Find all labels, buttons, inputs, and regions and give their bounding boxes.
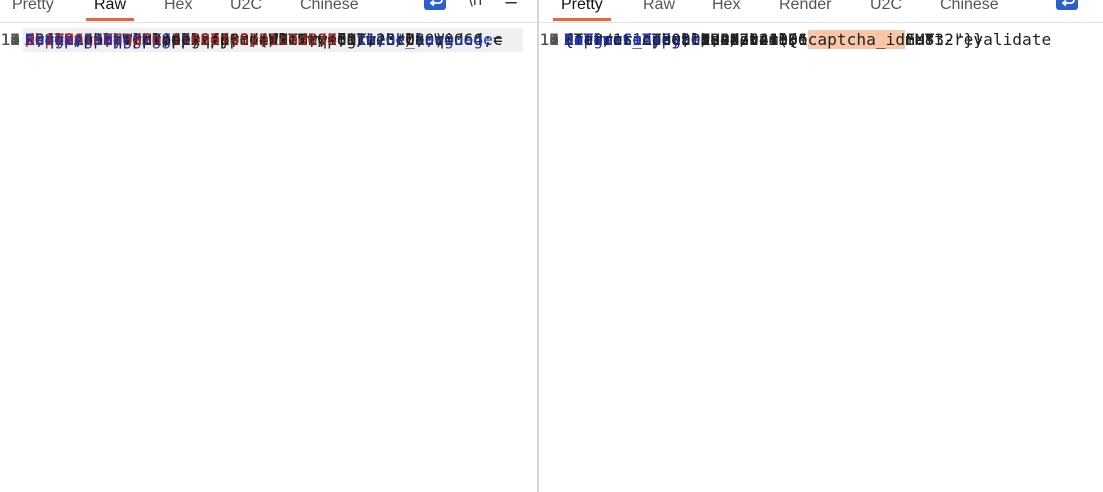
code-token: : close <box>122 30 191 49</box>
tab-u2c[interactable]: U2C <box>870 0 902 20</box>
menu-icon[interactable]: ≡ <box>500 0 522 10</box>
tab-raw[interactable]: Raw <box>643 0 675 20</box>
code-token: ":"32"}} <box>905 30 984 49</box>
wrap-lines-icon[interactable] <box>424 0 446 10</box>
code-token: = <box>492 30 503 49</box>
tab-render[interactable]: Render <box>779 0 831 20</box>
line-number: 13 <box>0 30 21 49</box>
line-text: {"error_code":0,"data":{"captcha_id":"32… <box>564 28 983 52</box>
tab-pretty[interactable]: Pretty <box>12 0 54 20</box>
header-name: Connection <box>25 30 123 49</box>
tab-hex[interactable]: Hex <box>164 0 192 20</box>
search-highlight: captcha_id <box>807 30 906 49</box>
response-tab-bar: Pretty Raw Hex Render U2C Chinese <box>539 0 1103 23</box>
request-pane: Pretty Raw Hex U2C Chinese \n ≡ 1POST /s… <box>0 0 537 492</box>
tab-hex[interactable]: Hex <box>712 0 740 20</box>
tab-chinese[interactable]: Chinese <box>300 0 359 20</box>
newline-icon[interactable]: \n <box>464 0 486 10</box>
tab-chinese[interactable]: Chinese <box>940 0 999 20</box>
line-text: Connection: close <box>25 28 191 52</box>
request-tab-bar: Pretty Raw Hex U2C Chinese \n ≡ <box>0 0 537 23</box>
response-editor[interactable]: 1 HTTP/1.1 200 OK 2 Date: Sun, 09 Jun 2024 … <box>539 28 1103 492</box>
code-token: {"error_code":0,"data":{" <box>564 30 808 49</box>
code-token: ; <box>336 30 357 49</box>
header-name: think_language <box>356 30 493 49</box>
line-number: 12 <box>539 30 560 49</box>
tab-raw[interactable]: Raw <box>85 0 135 21</box>
response-pane: Pretty Raw Hex Render U2C Chinese 1 HTTP/… <box>539 0 1103 492</box>
request-editor[interactable]: 1 POST /server/index.php?s=/api/common/cr… <box>0 28 537 492</box>
tab-pretty[interactable]: Pretty <box>553 0 611 21</box>
tab-u2c[interactable]: U2C <box>230 0 262 20</box>
wrap-lines-icon[interactable] <box>1056 0 1078 10</box>
